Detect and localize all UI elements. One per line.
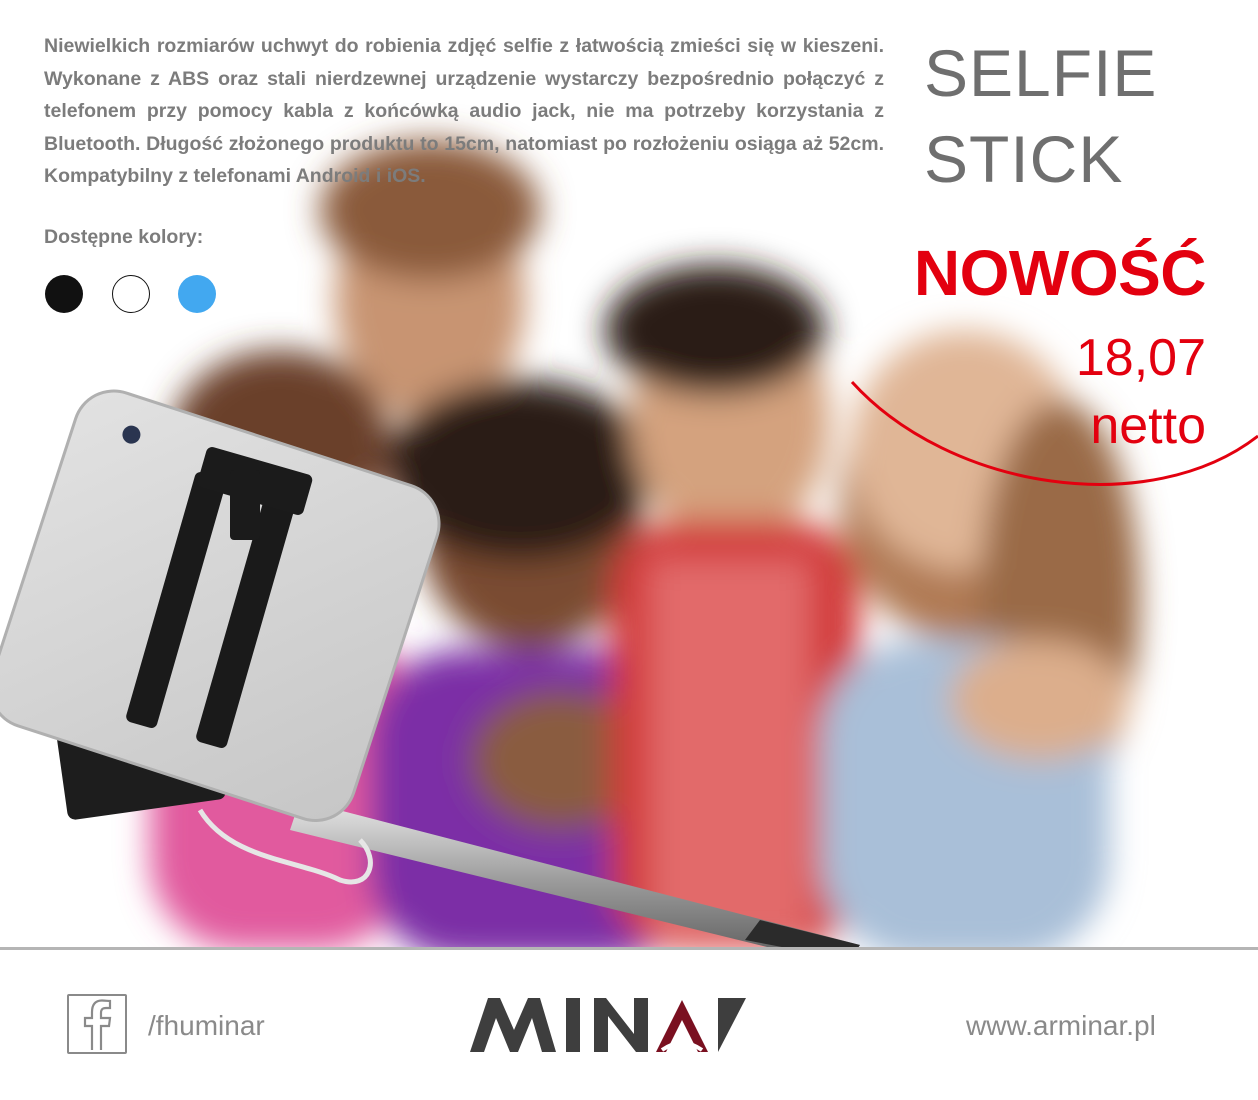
color-swatch-white[interactable] (112, 275, 150, 313)
product-description: Niewielkich rozmiarów uchwyt do robienia… (44, 35, 884, 187)
title-line-1: SELFIE (924, 36, 1158, 110)
color-swatch-black[interactable] (45, 275, 83, 313)
minar-logo (470, 990, 790, 1062)
facebook-handle[interactable]: /fhuminar (148, 1010, 265, 1042)
price-value: 18,07 (1075, 329, 1206, 387)
price-note: netto (1090, 397, 1206, 455)
price-block: 18,07 netto (1076, 324, 1206, 460)
facebook-glyph (83, 999, 112, 1050)
product-title: SELFIE STICK (924, 30, 1224, 202)
footer-divider (0, 947, 1258, 950)
hero-photo: Niewielkich rozmiarów uchwyt do robienia… (0, 0, 1258, 948)
title-line-2: STICK (924, 122, 1124, 196)
new-badge: NOWOŚĆ (913, 237, 1207, 309)
color-swatch-blue[interactable] (178, 275, 216, 313)
colors-label: Dostępne kolory: (44, 226, 204, 248)
facebook-icon[interactable] (67, 994, 127, 1054)
logo-graphic (470, 998, 746, 1052)
website-link[interactable]: www.arminar.pl (966, 1010, 1156, 1042)
